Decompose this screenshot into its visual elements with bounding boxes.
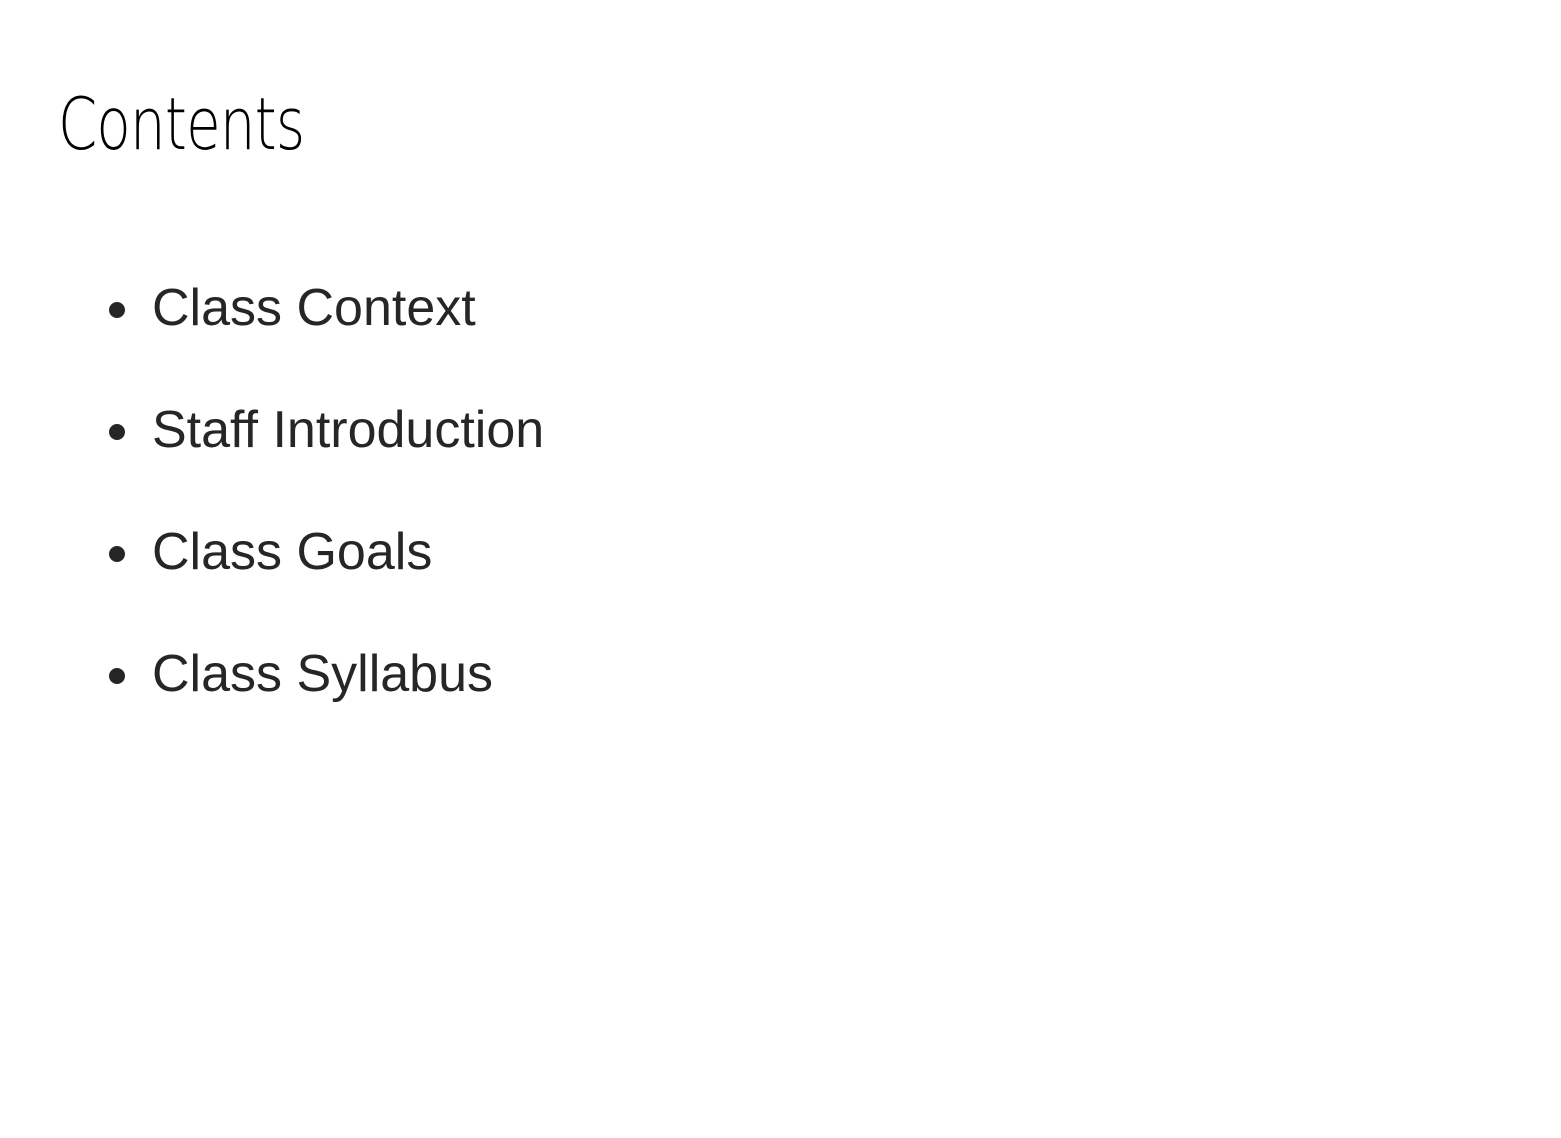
- bullet-icon: [109, 546, 125, 562]
- bullet-icon: [109, 302, 125, 318]
- bullet-icon: [109, 668, 125, 684]
- bullet-icon: [109, 424, 125, 440]
- contents-slide: Contents Class Context Staff Introductio…: [0, 0, 1561, 1138]
- toc-link-class-goals[interactable]: Class Goals: [152, 522, 432, 582]
- toc-link-class-context[interactable]: Class Context: [152, 278, 476, 338]
- page-title: Contents: [58, 82, 305, 166]
- toc-link-staff-introduction[interactable]: Staff Introduction: [152, 400, 544, 460]
- toc-link-class-syllabus[interactable]: Class Syllabus: [152, 644, 493, 704]
